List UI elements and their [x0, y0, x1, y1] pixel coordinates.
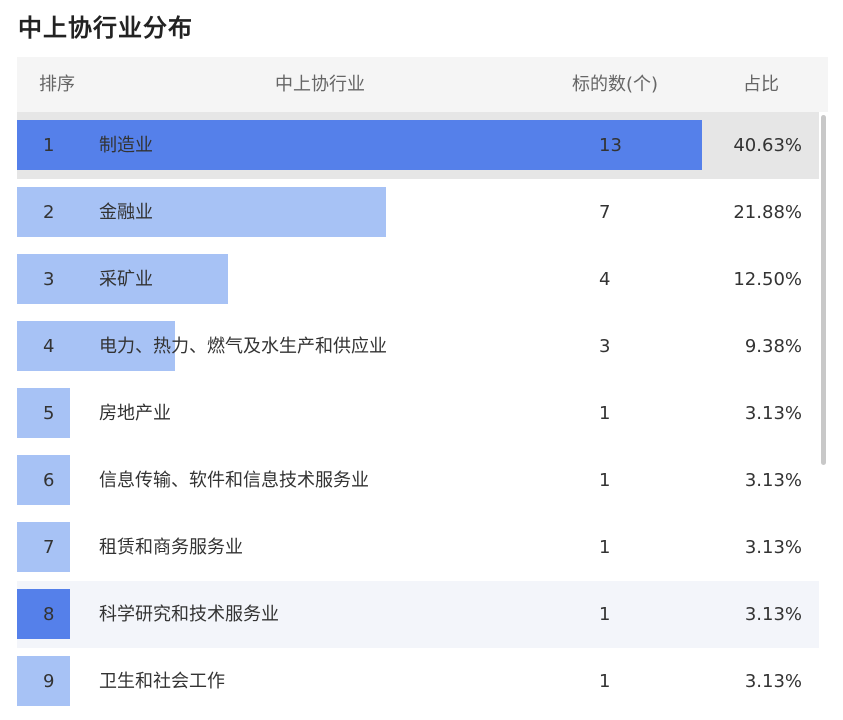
row-count: 7 [599, 202, 611, 223]
scrollbar-thumb[interactable] [821, 115, 826, 465]
header-count[interactable]: 标的数(个) [572, 57, 658, 112]
row-industry: 租赁和商务服务业 [99, 537, 243, 558]
row-ratio: 3.13% [744, 604, 802, 625]
table-row[interactable]: 7 租赁和商务服务业 1 3.13% [17, 514, 819, 581]
row-count: 4 [599, 269, 611, 290]
row-industry: 制造业 [99, 135, 153, 156]
header-rank[interactable]: 排序 [39, 57, 75, 112]
row-rank: 1 [43, 135, 55, 156]
table-row[interactable]: 9 卫生和社会工作 1 3.13% [17, 648, 819, 715]
row-rank: 4 [43, 336, 55, 357]
row-ratio: 21.88% [733, 202, 802, 223]
row-rank: 9 [43, 671, 55, 692]
industry-table: 排序 中上协行业 标的数(个) 占比 1 制造业 13 40.63% 2 金融业… [17, 57, 828, 720]
row-industry: 卫生和社会工作 [99, 671, 225, 692]
row-count: 1 [599, 604, 611, 625]
row-count: 1 [599, 403, 611, 424]
row-count: 1 [599, 671, 611, 692]
row-industry: 科学研究和技术服务业 [99, 604, 279, 625]
table-row[interactable]: 2 金融业 7 21.88% [17, 179, 819, 246]
row-ratio: 3.13% [744, 537, 802, 558]
table-header: 排序 中上协行业 标的数(个) 占比 [17, 57, 828, 112]
row-ratio: 3.13% [744, 403, 802, 424]
row-count: 1 [599, 470, 611, 491]
table-row[interactable]: 6 信息传输、软件和信息技术服务业 1 3.13% [17, 447, 819, 514]
row-count: 13 [599, 135, 622, 156]
row-industry: 金融业 [99, 202, 153, 223]
row-count: 3 [599, 336, 611, 357]
row-industry: 信息传输、软件和信息技术服务业 [99, 470, 369, 491]
row-rank: 7 [43, 537, 55, 558]
header-industry[interactable]: 中上协行业 [275, 57, 365, 112]
row-industry: 房地产业 [99, 403, 171, 424]
row-rank: 6 [43, 470, 55, 491]
row-ratio: 3.13% [744, 671, 802, 692]
row-rank: 8 [43, 604, 55, 625]
table-scrollbar[interactable] [819, 112, 828, 720]
row-ratio: 3.13% [744, 470, 802, 491]
row-ratio: 12.50% [733, 269, 802, 290]
table-body: 1 制造业 13 40.63% 2 金融业 7 21.88% 3 采矿业 4 1… [17, 112, 819, 715]
header-ratio[interactable]: 占比 [743, 57, 779, 112]
row-ratio: 9.38% [744, 336, 802, 357]
table-row[interactable]: 3 采矿业 4 12.50% [17, 246, 819, 313]
row-rank: 3 [43, 269, 55, 290]
table-row[interactable]: 5 房地产业 1 3.13% [17, 380, 819, 447]
table-row[interactable]: 8 科学研究和技术服务业 1 3.13% [17, 581, 819, 648]
row-rank: 5 [43, 403, 55, 424]
row-ratio: 40.63% [733, 135, 802, 156]
table-row[interactable]: 1 制造业 13 40.63% [17, 112, 819, 179]
row-count: 1 [599, 537, 611, 558]
row-rank: 2 [43, 202, 55, 223]
row-industry: 电力、热力、燃气及水生产和供应业 [99, 336, 387, 357]
page-title: 中上协行业分布 [18, 14, 193, 42]
table-row[interactable]: 4 电力、热力、燃气及水生产和供应业 3 9.38% [17, 313, 819, 380]
row-industry: 采矿业 [99, 269, 153, 290]
share-bar [17, 187, 386, 237]
